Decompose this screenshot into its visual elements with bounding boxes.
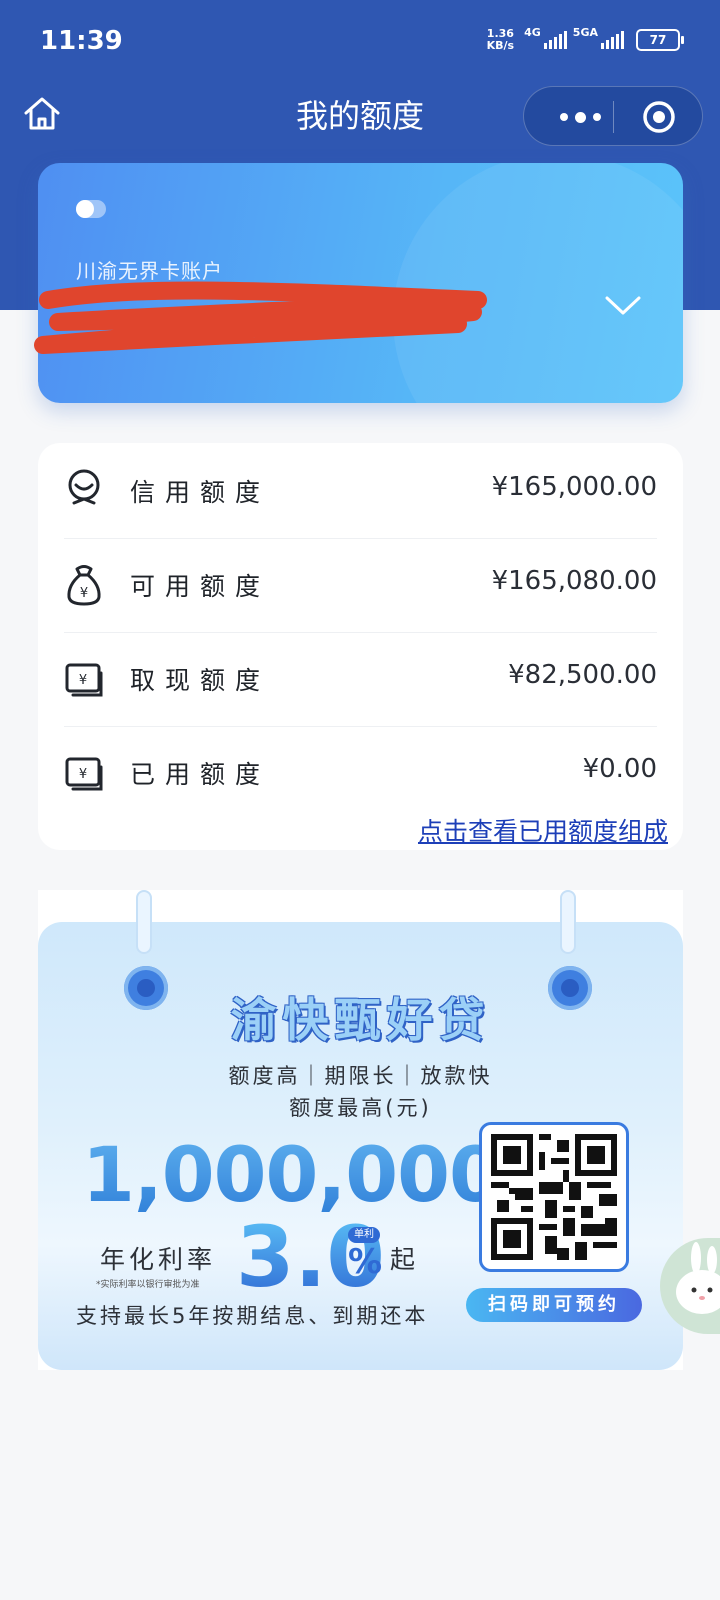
status-time: 11:39 xyxy=(40,26,123,56)
list-item-label: 已用额度 xyxy=(130,760,271,789)
signal-4g-icon: 4G xyxy=(524,26,567,49)
svg-text:¥: ¥ xyxy=(79,767,87,782)
redaction-scribble xyxy=(34,281,487,354)
promo-features: 额度高｜期限长｜放款快 xyxy=(228,1064,493,1088)
list-item-value: ¥165,000.00 xyxy=(491,472,657,502)
scan-to-reserve-button[interactable]: 扫码即可预约 xyxy=(466,1288,642,1322)
svg-text:¥: ¥ xyxy=(79,673,87,688)
list-item-label: 信用额度 xyxy=(130,478,271,507)
list-item-cash-limit: ¥ 取现额度 ¥82,500.00 xyxy=(64,631,657,727)
promo-title: 渝快甄好贷 xyxy=(230,993,491,1047)
max-amount-label: 额度最高(元) xyxy=(289,1096,432,1120)
list-item-credit-limit: 信用额度 ¥165,000.00 xyxy=(64,443,657,539)
visibility-toggle[interactable] xyxy=(76,200,106,218)
money-bag-icon: ¥ xyxy=(67,565,101,606)
svg-text:¥: ¥ xyxy=(80,586,88,601)
capsule-divider xyxy=(613,101,614,133)
battery-icon: 77 xyxy=(636,29,684,51)
credit-limit-list: 信用额度 ¥165,000.00 ¥ 可用额度 ¥165,080.00 ¥ 取现… xyxy=(38,443,683,850)
rate-note: *实际利率以银行审批为准 xyxy=(96,1280,200,1290)
used-card-icon: ¥ xyxy=(65,757,103,791)
list-item-value: ¥165,080.00 xyxy=(491,566,657,596)
rate-unit: % xyxy=(348,1242,383,1282)
rate-tag: 单利 xyxy=(348,1227,380,1243)
loan-promo-banner[interactable]: 渝快甄好贷 额度高｜期限长｜放款快 额度最高(元) 1,000,000 年化利率… xyxy=(38,890,683,1370)
rate-suffix: 起 xyxy=(390,1245,416,1274)
list-item-used-limit: ¥ 已用额度 ¥0.00 xyxy=(64,725,657,821)
list-item-value: ¥0.00 xyxy=(582,754,657,784)
list-item-available-limit: ¥ 可用额度 ¥165,080.00 xyxy=(64,537,657,633)
max-amount: 1,000,000 xyxy=(82,1130,502,1219)
signal-5ga-icon: 5GA xyxy=(573,26,624,49)
smile-badge-icon xyxy=(68,469,100,505)
status-icons: 1.36 KB/s 4G 5GA 77 xyxy=(486,26,684,52)
used-limit-detail-link[interactable]: 点击查看已用额度组成 xyxy=(418,812,668,848)
list-item-label: 取现额度 xyxy=(130,666,271,695)
chevron-down-icon[interactable] xyxy=(603,293,643,319)
support-text: 支持最长5年按期结息、到期还本 xyxy=(76,1304,429,1328)
list-item-value: ¥82,500.00 xyxy=(508,660,657,690)
status-bar: 11:39 1.36 KB/s 4G 5GA 77 xyxy=(0,0,720,88)
list-item-label: 可用额度 xyxy=(130,572,271,601)
qr-code[interactable] xyxy=(479,1122,629,1272)
more-menu-icon[interactable] xyxy=(550,105,610,129)
hang-peg-right xyxy=(560,890,576,954)
mini-program-capsule xyxy=(523,86,703,146)
hang-peg-left xyxy=(136,890,152,954)
rate-label: 年化利率 xyxy=(100,1245,217,1274)
network-speed: 1.36 KB/s xyxy=(486,27,515,52)
promo-card: 渝快甄好贷 额度高｜期限长｜放款快 额度最高(元) 1,000,000 年化利率… xyxy=(38,922,683,1370)
close-target-icon[interactable] xyxy=(642,100,676,134)
cash-card-icon: ¥ xyxy=(65,663,103,697)
